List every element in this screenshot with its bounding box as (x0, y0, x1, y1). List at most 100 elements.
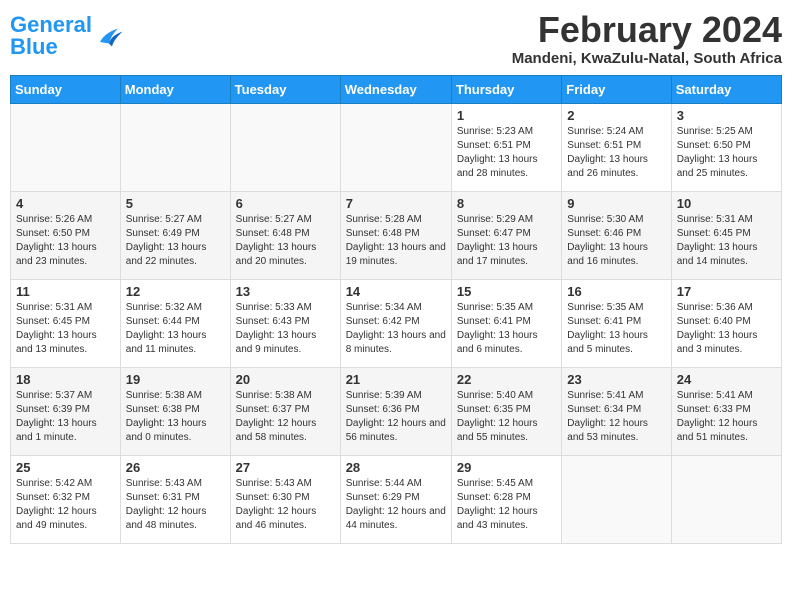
day-cell: 28 Sunrise: 5:44 AMSunset: 6:29 PMDayligh… (340, 455, 451, 543)
day-cell (562, 455, 671, 543)
day-number: 6 (236, 196, 335, 211)
day-cell: 17Sunrise: 5:36 AMSunset: 6:40 PMDayligh… (671, 279, 781, 367)
day-cell: 29 Sunrise: 5:45 AMSunset: 6:28 PMDayligh… (451, 455, 561, 543)
day-cell: 1Sunrise: 5:23 AMSunset: 6:51 PMDaylight… (451, 103, 561, 191)
header: General Blue February 2024 Mandeni, KwaZ… (10, 10, 782, 67)
day-info: Sunrise: 5:24 AMSunset: 6:51 PMDaylight:… (567, 126, 648, 179)
day-info: Sunrise: 5:44 AMSunset: 6:29 PMDaylight:… (346, 478, 446, 531)
week-row-2: 4 Sunrise: 5:26 AMSunset: 6:50 PMDaylight… (11, 191, 782, 279)
day-info: Sunrise: 5:27 AMSunset: 6:49 PMDaylight:… (126, 214, 207, 267)
day-number: 1 (457, 108, 556, 123)
day-number: 15 (457, 284, 556, 299)
logo-bird-icon (94, 21, 124, 51)
day-number: 20 (236, 372, 335, 387)
day-cell: 22 Sunrise: 5:40 AMSunset: 6:35 PMDayligh… (451, 367, 561, 455)
col-header-wednesday: Wednesday (340, 75, 451, 103)
day-info: Sunrise: 5:36 AMSunset: 6:40 PMDaylight:… (677, 302, 758, 355)
day-cell: 10 Sunrise: 5:31 AMSunset: 6:45 PMDayligh… (671, 191, 781, 279)
day-info: Sunrise: 5:30 AMSunset: 6:46 PMDaylight:… (567, 214, 648, 267)
day-number: 19 (126, 372, 225, 387)
day-info: Sunrise: 5:42 AMSunset: 6:32 PMDaylight:… (16, 478, 97, 531)
day-number: 16 (567, 284, 665, 299)
day-info: Sunrise: 5:29 AMSunset: 6:47 PMDaylight:… (457, 214, 538, 267)
day-cell: 15 Sunrise: 5:35 AMSunset: 6:41 PMDayligh… (451, 279, 561, 367)
day-number: 11 (16, 284, 115, 299)
day-cell (340, 103, 451, 191)
day-number: 21 (346, 372, 446, 387)
day-cell: 3Sunrise: 5:25 AMSunset: 6:50 PMDaylight… (671, 103, 781, 191)
day-number: 18 (16, 372, 115, 387)
day-number: 5 (126, 196, 225, 211)
day-cell (11, 103, 121, 191)
day-info: Sunrise: 5:27 AMSunset: 6:48 PMDaylight:… (236, 214, 317, 267)
col-header-friday: Friday (562, 75, 671, 103)
day-number: 23 (567, 372, 665, 387)
col-header-monday: Monday (120, 75, 230, 103)
logo-blue: Blue (10, 34, 58, 59)
day-cell: 26 Sunrise: 5:43 AMSunset: 6:31 PMDayligh… (120, 455, 230, 543)
calendar-title: February 2024 (512, 10, 782, 50)
day-info: Sunrise: 5:43 AMSunset: 6:31 PMDaylight:… (126, 478, 207, 531)
col-header-saturday: Saturday (671, 75, 781, 103)
logo-text: General Blue (10, 14, 92, 58)
day-cell: 12 Sunrise: 5:32 AMSunset: 6:44 PMDayligh… (120, 279, 230, 367)
day-info: Sunrise: 5:37 AMSunset: 6:39 PMDaylight:… (16, 390, 97, 443)
col-header-sunday: Sunday (11, 75, 121, 103)
day-info: Sunrise: 5:40 AMSunset: 6:35 PMDaylight:… (457, 390, 538, 443)
day-number: 13 (236, 284, 335, 299)
day-cell: 27Sunrise: 5:43 AMSunset: 6:30 PMDayligh… (230, 455, 340, 543)
title-area: February 2024 Mandeni, KwaZulu-Natal, So… (512, 10, 782, 67)
day-number: 7 (346, 196, 446, 211)
day-cell: 14 Sunrise: 5:34 AMSunset: 6:42 PMDayligh… (340, 279, 451, 367)
day-info: Sunrise: 5:31 AMSunset: 6:45 PMDaylight:… (16, 302, 97, 355)
day-info: Sunrise: 5:28 AMSunset: 6:48 PMDaylight:… (346, 214, 446, 267)
week-row-3: 11 Sunrise: 5:31 AMSunset: 6:45 PMDayligh… (11, 279, 782, 367)
day-number: 25 (16, 460, 115, 475)
day-number: 28 (346, 460, 446, 475)
day-cell: 13Sunrise: 5:33 AMSunset: 6:43 PMDayligh… (230, 279, 340, 367)
day-number: 9 (567, 196, 665, 211)
day-info: Sunrise: 5:31 AMSunset: 6:45 PMDaylight:… (677, 214, 758, 267)
day-number: 24 (677, 372, 776, 387)
day-cell: 2 Sunrise: 5:24 AMSunset: 6:51 PMDaylight… (562, 103, 671, 191)
day-cell: 16 Sunrise: 5:35 AMSunset: 6:41 PMDayligh… (562, 279, 671, 367)
week-row-4: 18 Sunrise: 5:37 AMSunset: 6:39 PMDayligh… (11, 367, 782, 455)
week-row-5: 25 Sunrise: 5:42 AMSunset: 6:32 PMDayligh… (11, 455, 782, 543)
day-cell: 5 Sunrise: 5:27 AMSunset: 6:49 PMDaylight… (120, 191, 230, 279)
day-info: Sunrise: 5:26 AMSunset: 6:50 PMDaylight:… (16, 214, 97, 267)
day-number: 12 (126, 284, 225, 299)
day-cell: 9 Sunrise: 5:30 AMSunset: 6:46 PMDaylight… (562, 191, 671, 279)
week-row-1: 1Sunrise: 5:23 AMSunset: 6:51 PMDaylight… (11, 103, 782, 191)
day-info: Sunrise: 5:41 AMSunset: 6:33 PMDaylight:… (677, 390, 758, 443)
day-info: Sunrise: 5:43 AMSunset: 6:30 PMDaylight:… (236, 478, 317, 531)
day-number: 3 (677, 108, 776, 123)
day-info: Sunrise: 5:39 AMSunset: 6:36 PMDaylight:… (346, 390, 446, 443)
day-cell: 8 Sunrise: 5:29 AMSunset: 6:47 PMDaylight… (451, 191, 561, 279)
day-cell: 24 Sunrise: 5:41 AMSunset: 6:33 PMDayligh… (671, 367, 781, 455)
day-number: 26 (126, 460, 225, 475)
day-number: 14 (346, 284, 446, 299)
day-number: 29 (457, 460, 556, 475)
day-number: 4 (16, 196, 115, 211)
day-info: Sunrise: 5:34 AMSunset: 6:42 PMDaylight:… (346, 302, 446, 355)
day-cell (120, 103, 230, 191)
day-info: Sunrise: 5:35 AMSunset: 6:41 PMDaylight:… (567, 302, 648, 355)
day-cell: 23Sunrise: 5:41 AMSunset: 6:34 PMDayligh… (562, 367, 671, 455)
day-cell (671, 455, 781, 543)
day-number: 10 (677, 196, 776, 211)
day-cell: 19Sunrise: 5:38 AMSunset: 6:38 PMDayligh… (120, 367, 230, 455)
col-header-thursday: Thursday (451, 75, 561, 103)
day-cell: 18 Sunrise: 5:37 AMSunset: 6:39 PMDayligh… (11, 367, 121, 455)
calendar-table: SundayMondayTuesdayWednesdayThursdayFrid… (10, 75, 782, 544)
day-info: Sunrise: 5:38 AMSunset: 6:37 PMDaylight:… (236, 390, 317, 443)
day-cell: 6 Sunrise: 5:27 AMSunset: 6:48 PMDaylight… (230, 191, 340, 279)
day-cell: 11 Sunrise: 5:31 AMSunset: 6:45 PMDayligh… (11, 279, 121, 367)
day-info: Sunrise: 5:45 AMSunset: 6:28 PMDaylight:… (457, 478, 538, 531)
day-number: 2 (567, 108, 665, 123)
day-number: 22 (457, 372, 556, 387)
day-cell: 4 Sunrise: 5:26 AMSunset: 6:50 PMDaylight… (11, 191, 121, 279)
day-info: Sunrise: 5:32 AMSunset: 6:44 PMDaylight:… (126, 302, 207, 355)
day-cell: 21 Sunrise: 5:39 AMSunset: 6:36 PMDayligh… (340, 367, 451, 455)
day-number: 8 (457, 196, 556, 211)
day-info: Sunrise: 5:35 AMSunset: 6:41 PMDaylight:… (457, 302, 538, 355)
